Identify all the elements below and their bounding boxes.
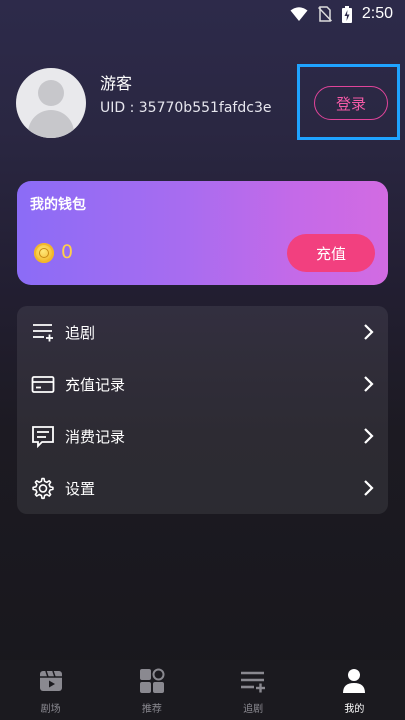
menu-item-recharge-records[interactable]: 充值记录 [17, 358, 388, 410]
avatar-body-shape [28, 110, 74, 138]
tab-label: 我的 [344, 704, 365, 715]
chevron-right-icon [364, 428, 374, 444]
clapperboard-icon [39, 670, 62, 691]
tab-recommend[interactable]: 推荐 [101, 660, 202, 720]
status-bar: 2:50 [0, 0, 405, 28]
tab-follow[interactable]: 追剧 [203, 660, 304, 720]
card-icon [31, 376, 55, 393]
tab-theater[interactable]: 剧场 [0, 660, 101, 720]
menu-item-label: 消费记录 [65, 428, 126, 446]
no-sim-icon [317, 6, 332, 22]
menu-item-label: 设置 [65, 480, 96, 498]
login-button[interactable]: 登录 [314, 86, 388, 120]
menu-item-settings[interactable]: 设置 [17, 462, 388, 514]
chevron-right-icon [364, 376, 374, 392]
chevron-right-icon [364, 480, 374, 496]
menu-list: 追剧 充值记录 消费记录 设置 [17, 306, 388, 514]
avatar-head-shape [38, 80, 64, 106]
status-time: 2:50 [361, 5, 393, 22]
follow-list-icon [33, 324, 53, 342]
tab-label: 推荐 [141, 704, 162, 715]
user-icon [343, 669, 366, 693]
grid-icon [139, 668, 165, 693]
tab-label: 剧场 [40, 704, 61, 715]
receipt-icon [32, 426, 54, 448]
bottom-tab-bar: 剧场 推荐 追剧 我的 [0, 660, 405, 720]
coin-balance: 0 [61, 241, 74, 263]
gear-icon [32, 477, 54, 500]
follow-list-icon [241, 671, 266, 693]
wallet-title: 我的钱包 [30, 197, 86, 213]
coin-icon [34, 243, 54, 263]
chevron-right-icon [364, 324, 374, 340]
wallet-card: 我的钱包 0 充值 [17, 181, 388, 285]
nickname: 游客 [100, 74, 133, 93]
battery-charging-icon [341, 5, 352, 23]
menu-item-follow[interactable]: 追剧 [17, 306, 388, 358]
recharge-button[interactable]: 充值 [287, 234, 375, 272]
tab-mine[interactable]: 我的 [304, 660, 405, 720]
avatar[interactable] [16, 68, 86, 138]
tab-label: 追剧 [243, 704, 264, 715]
menu-item-label: 追剧 [65, 324, 96, 342]
wifi-icon [290, 7, 308, 21]
user-id: UID : 35770b551fafdc3e [100, 100, 272, 116]
menu-item-label: 充值记录 [65, 376, 126, 394]
menu-item-spending-records[interactable]: 消费记录 [17, 410, 388, 462]
